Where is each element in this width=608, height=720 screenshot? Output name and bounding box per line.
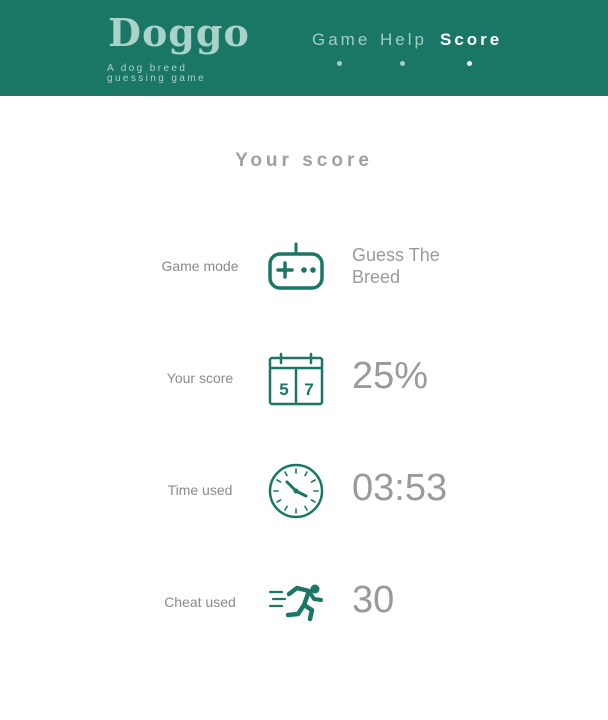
page-title: Your score bbox=[235, 150, 373, 171]
calendar-icon: 5 7 bbox=[268, 352, 324, 406]
top-bar: Doggo A dog breed guessing game Game Hel… bbox=[0, 0, 608, 96]
calendar-digit-right: 7 bbox=[304, 380, 313, 399]
time-used-label: Time used bbox=[167, 482, 233, 498]
calendar-digit-left: 5 bbox=[279, 380, 288, 399]
nav-dot-game bbox=[337, 61, 342, 66]
cheat-used-label: Cheat used bbox=[164, 594, 236, 610]
nav-dot-score bbox=[467, 61, 472, 66]
nav-item-help[interactable]: Help bbox=[380, 30, 427, 50]
time-used-value: 03:53 bbox=[352, 467, 448, 509]
nav-dot-help bbox=[400, 61, 405, 66]
your-score-value: 25% bbox=[352, 355, 429, 397]
app-logo-title: Doggo bbox=[108, 10, 250, 55]
nav-item-score[interactable]: Score bbox=[440, 30, 502, 50]
game-mode-value: Guess The Breed bbox=[352, 245, 440, 287]
nav-item-game[interactable]: Game bbox=[312, 30, 370, 50]
cheat-used-value: 30 bbox=[352, 579, 395, 621]
game-mode-label: Game mode bbox=[161, 258, 239, 274]
gamepad-icon bbox=[268, 242, 324, 290]
app-logo-subtitle: A dog breed guessing game bbox=[107, 63, 207, 84]
your-score-label: Your score bbox=[166, 370, 234, 386]
running-man-icon bbox=[268, 584, 323, 622]
clock-icon bbox=[268, 463, 324, 519]
